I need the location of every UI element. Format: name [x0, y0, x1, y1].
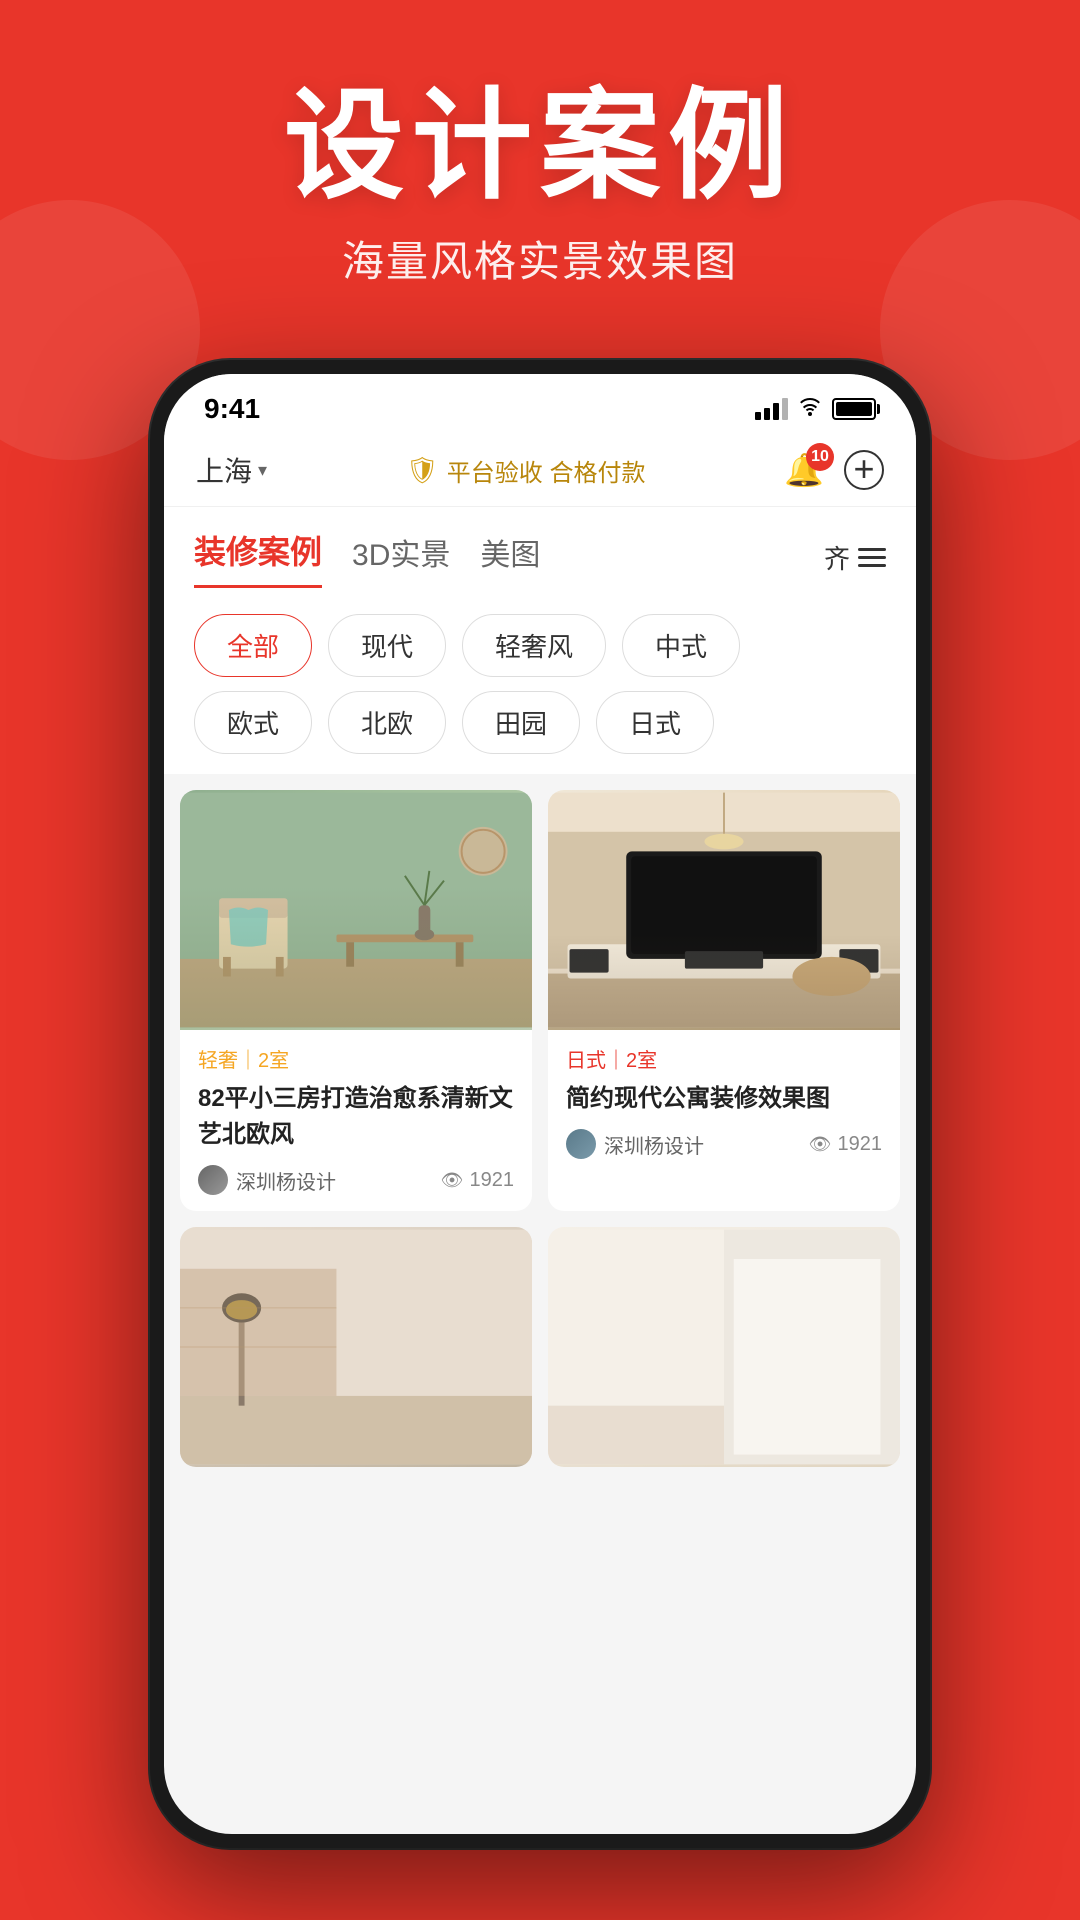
card-1-author: 深圳杨设计: [198, 1165, 336, 1195]
chip-european[interactable]: 欧式: [194, 691, 312, 754]
chip-japanese-label: 日式: [629, 709, 681, 739]
chip-all[interactable]: 全部: [194, 614, 312, 677]
shield-icon: 🛡: [406, 455, 439, 486]
status-bar: 9:41: [164, 374, 916, 434]
card-2-view-count: 1921: [838, 1133, 883, 1156]
tab-3d-label: 3D实景: [352, 539, 450, 572]
card-1-view-count: 1921: [470, 1169, 515, 1192]
card-4-image: [548, 1227, 900, 1467]
platform-text: 平台验收 合格付款: [447, 453, 646, 488]
card-2-title: 简约现代公寓装修效果图: [566, 1081, 882, 1117]
chip-garden[interactable]: 田园: [462, 691, 580, 754]
notification-badge: 10: [806, 443, 834, 471]
tab-3d[interactable]: 3D实景: [352, 530, 450, 586]
card-2-avatar: [566, 1129, 596, 1159]
card-1-tag: 轻奢｜2室: [198, 1044, 514, 1073]
nav-actions: 🔔 10 +: [784, 450, 884, 490]
tab-more[interactable]: 齐: [824, 539, 886, 576]
card-1-title: 82平小三房打造治愈系清新文艺北欧风: [198, 1081, 514, 1153]
chip-all-label: 全部: [227, 632, 279, 662]
chip-japanese[interactable]: 日式: [596, 691, 714, 754]
city-name: 上海: [196, 450, 252, 490]
eye-icon-2: 👁: [809, 1134, 832, 1155]
card-3-image: [180, 1227, 532, 1467]
card-2-author-name: 深圳杨设计: [604, 1130, 704, 1159]
card-1-meta: 深圳杨设计 👁 1921: [198, 1165, 514, 1195]
card-1-body: 轻奢｜2室 82平小三房打造治愈系清新文艺北欧风 深圳杨设计 👁 1921: [180, 1030, 532, 1211]
platform-badge: 🛡 平台验收 合格付款: [406, 453, 646, 488]
chip-european-label: 欧式: [227, 709, 279, 739]
notification-button[interactable]: 🔔 10: [784, 451, 824, 489]
tab-beauty[interactable]: 美图: [480, 530, 540, 586]
chip-nordic[interactable]: 北欧: [328, 691, 446, 754]
chip-chinese-label: 中式: [655, 632, 707, 662]
card-1-avatar: [198, 1165, 228, 1195]
card-1-views: 👁 1921: [441, 1169, 514, 1192]
more-label: 齐: [824, 539, 850, 576]
chip-modern-label: 现代: [361, 632, 413, 662]
card-2-body: 日式｜2室 简约现代公寓装修效果图 深圳杨设计 👁 1921: [548, 1030, 900, 1175]
add-icon: +: [853, 451, 874, 487]
filter-row-1: 全部 现代 轻奢风 中式: [194, 614, 886, 677]
hero-subtitle: 海量风格实景效果图: [0, 228, 1080, 289]
chip-nordic-label: 北欧: [361, 709, 413, 739]
hero-section: 设计案例 海量风格实景效果图: [0, 0, 1080, 329]
status-icons: [755, 396, 876, 422]
status-time: 9:41: [204, 393, 260, 425]
menu-icon: [858, 548, 886, 567]
card-2-meta: 深圳杨设计 👁 1921: [566, 1129, 882, 1159]
chip-chinese[interactable]: 中式: [622, 614, 740, 677]
card-2-author: 深圳杨设计: [566, 1129, 704, 1159]
hero-title: 设计案例: [0, 80, 1080, 212]
phone-frame: 9:41 上海: [150, 360, 930, 1848]
card-2-views: 👁 1921: [809, 1133, 882, 1156]
card-1-image: [180, 790, 532, 1030]
filter-section: 全部 现代 轻奢风 中式 欧式: [164, 598, 916, 774]
chip-luxury[interactable]: 轻奢风: [462, 614, 606, 677]
card-2-tag: 日式｜2室: [566, 1044, 882, 1073]
card-4[interactable]: [548, 1227, 900, 1467]
card-1[interactable]: 轻奢｜2室 82平小三房打造治愈系清新文艺北欧风 深圳杨设计 👁 1921: [180, 790, 532, 1211]
chip-garden-label: 田园: [495, 709, 547, 739]
city-selector[interactable]: 上海 ▾: [196, 450, 267, 490]
card-2-image: [548, 790, 900, 1030]
chip-modern[interactable]: 现代: [328, 614, 446, 677]
chip-luxury-label: 轻奢风: [495, 632, 573, 662]
content-grid: 轻奢｜2室 82平小三房打造治愈系清新文艺北欧风 深圳杨设计 👁 1921: [164, 774, 916, 1483]
eye-icon: 👁: [441, 1170, 464, 1191]
tab-renovation-label: 装修案例: [194, 534, 322, 570]
phone-screen: 9:41 上海: [164, 374, 916, 1834]
add-button[interactable]: +: [844, 450, 884, 490]
signal-icon: [755, 398, 788, 420]
tab-renovation[interactable]: 装修案例: [194, 527, 322, 588]
card-2[interactable]: 日式｜2室 简约现代公寓装修效果图 深圳杨设计 👁 1921: [548, 790, 900, 1211]
card-3[interactable]: [180, 1227, 532, 1467]
phone-mockup: 9:41 上海: [150, 360, 930, 1848]
wifi-icon: [798, 396, 822, 422]
tab-bar: 装修案例 3D实景 美图 齐: [164, 507, 916, 598]
battery-icon: [832, 398, 876, 420]
card-1-author-name: 深圳杨设计: [236, 1166, 336, 1195]
filter-row-2: 欧式 北欧 田园 日式: [194, 691, 886, 754]
chevron-down-icon: ▾: [258, 460, 267, 481]
tab-beauty-label: 美图: [480, 539, 540, 572]
top-nav: 上海 ▾ 🛡 平台验收 合格付款 🔔 10 +: [164, 434, 916, 507]
